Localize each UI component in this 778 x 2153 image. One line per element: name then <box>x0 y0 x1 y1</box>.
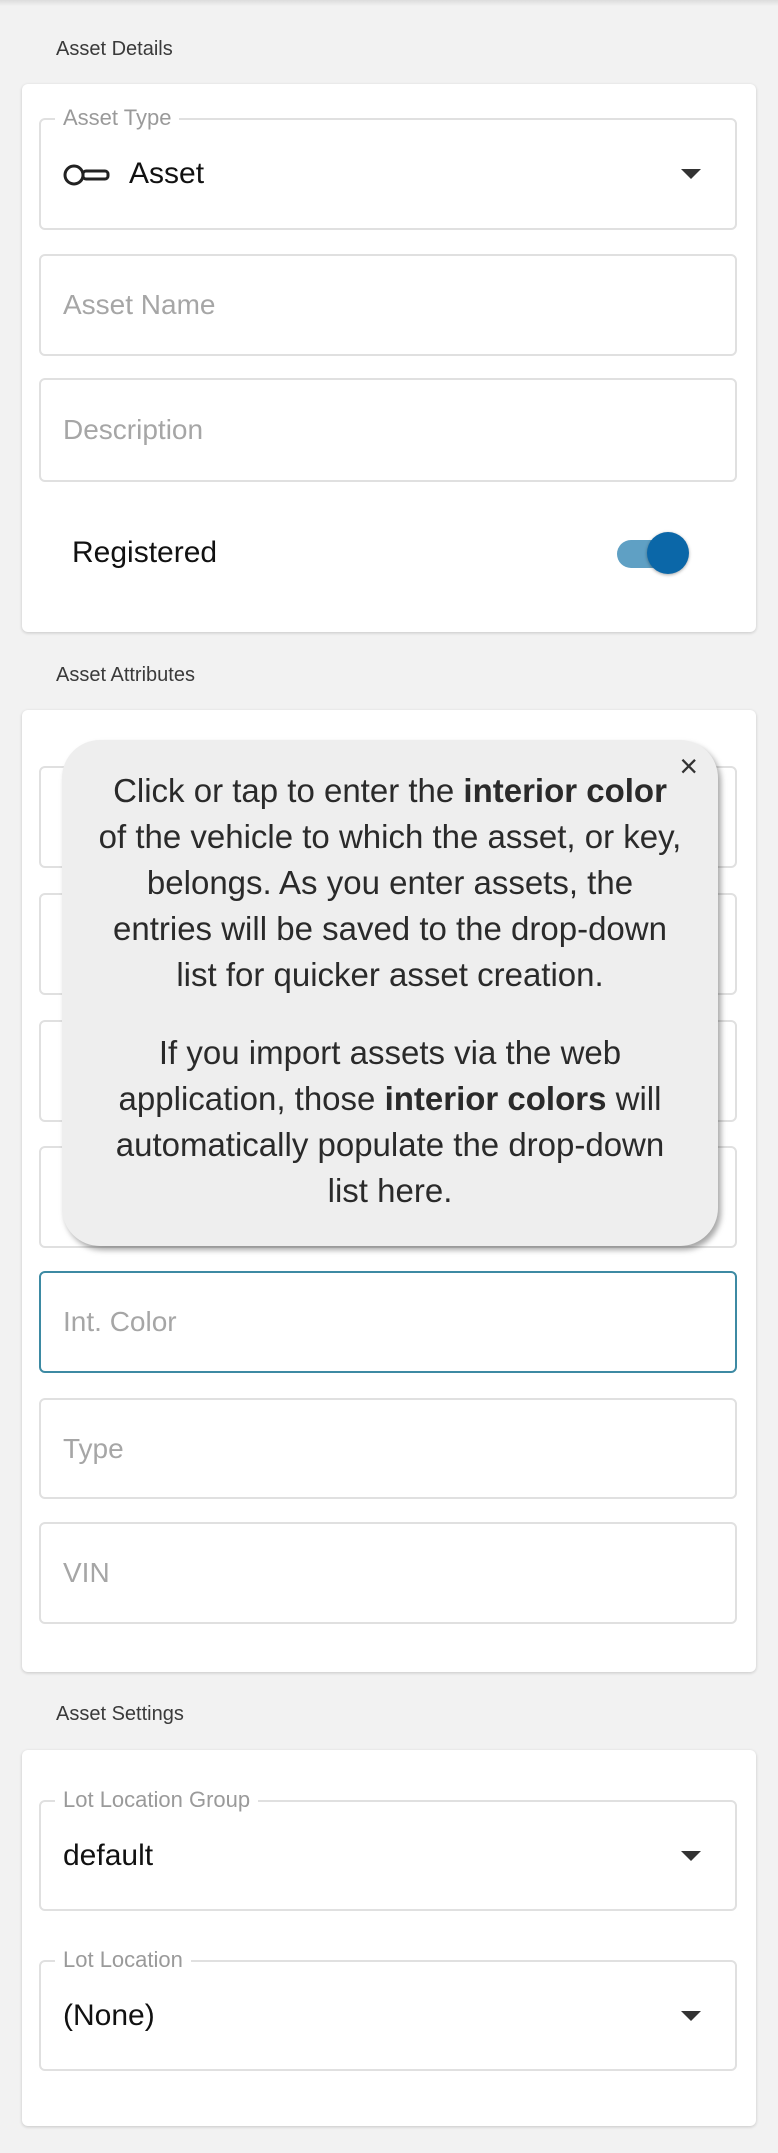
asset-type-select[interactable]: Asset Type Asset <box>39 105 737 230</box>
chevron-down-icon <box>681 1850 701 1861</box>
key-icon <box>63 162 111 193</box>
asset-name-placeholder: Asset Name <box>63 289 216 320</box>
asset-details-card: Asset Type Asset Asset Name Description … <box>22 84 756 632</box>
vin-placeholder: VIN <box>63 1557 110 1588</box>
lot-location-group-select[interactable]: Lot Location Group default <box>39 1787 737 1911</box>
tooltip-paragraph-1: Click or tap to enter the interior color… <box>98 772 682 993</box>
chevron-down-icon <box>681 169 701 179</box>
type-input[interactable]: Type <box>39 1398 737 1499</box>
vin-input[interactable]: VIN <box>39 1522 737 1624</box>
lot-location-label: Lot Location <box>55 1947 191 1973</box>
description-placeholder: Description <box>63 414 204 445</box>
help-tooltip: × Click or tap to enter the interior col… <box>62 740 718 1246</box>
chevron-down-icon <box>681 2010 701 2021</box>
lot-location-value: (None) <box>63 1998 155 2032</box>
asset-attributes-heading: Asset Attributes <box>56 664 195 686</box>
lot-location-group-value: default <box>63 1838 154 1872</box>
toggle-knob <box>647 532 689 574</box>
int-color-placeholder: Int. Color <box>63 1306 177 1337</box>
int-color-input[interactable]: Int. Color <box>39 1271 737 1373</box>
close-icon[interactable]: × <box>679 750 698 782</box>
type-placeholder: Type <box>63 1432 124 1464</box>
registered-toggle[interactable] <box>617 532 689 576</box>
asset-settings-heading: Asset Settings <box>56 1703 184 1725</box>
asset-name-input[interactable]: Asset Name <box>39 254 737 356</box>
tooltip-paragraph-2: If you import assets via the web applica… <box>115 1034 665 1209</box>
asset-type-label: Asset Type <box>55 105 180 131</box>
description-input[interactable]: Description <box>39 378 737 482</box>
lot-location-group-label: Lot Location Group <box>55 1787 259 1813</box>
asset-type-value: Asset <box>129 157 205 190</box>
registered-label: Registered <box>72 536 218 569</box>
top-shadow <box>0 0 778 6</box>
asset-details-heading: Asset Details <box>56 38 173 60</box>
lot-location-select[interactable]: Lot Location (None) <box>39 1947 737 2071</box>
asset-settings-card: Lot Location Group default Lot Location … <box>22 1750 756 2126</box>
